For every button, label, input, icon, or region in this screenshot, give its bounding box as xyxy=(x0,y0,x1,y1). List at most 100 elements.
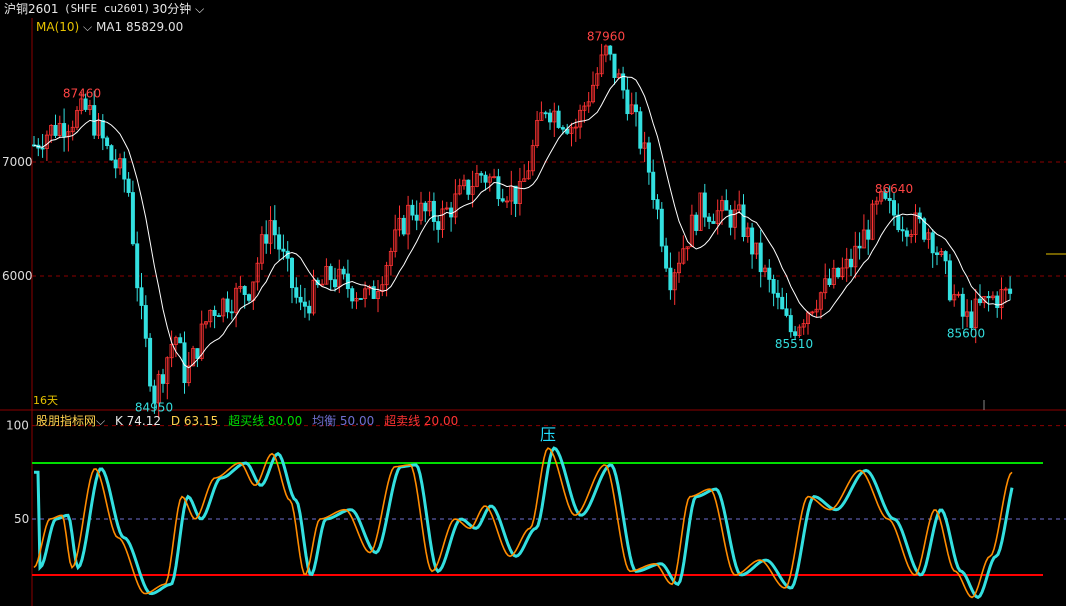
candle-body xyxy=(634,104,639,113)
candle-body xyxy=(664,245,669,269)
candle-body xyxy=(780,296,785,310)
candle-body xyxy=(496,176,501,200)
candle-body xyxy=(784,308,789,316)
candle-body xyxy=(109,145,114,161)
candle-body xyxy=(560,127,565,130)
candle-body xyxy=(143,305,148,339)
candle-body xyxy=(483,174,488,183)
candle-body xyxy=(139,287,144,306)
candle-body xyxy=(892,200,897,216)
candle-body xyxy=(866,229,871,240)
candle-body xyxy=(655,199,660,210)
candle-body xyxy=(896,214,901,231)
candle-body xyxy=(216,315,221,317)
oversold-value: 超卖线 20.00 xyxy=(384,414,459,428)
annotation-high-86640: 86640 xyxy=(875,182,913,196)
candle-body xyxy=(827,278,832,285)
candle-body xyxy=(887,198,892,201)
candle-body xyxy=(178,337,183,344)
candle-body xyxy=(341,268,346,275)
candle-body xyxy=(793,331,798,336)
candle-body xyxy=(449,207,454,218)
candle-body xyxy=(246,294,251,301)
balance-value: 均衡 50.00 xyxy=(312,414,375,428)
candle-body xyxy=(212,309,217,316)
candle-body xyxy=(943,251,948,262)
candle-body xyxy=(40,147,45,150)
candle-body xyxy=(758,242,763,273)
candle-body xyxy=(668,267,673,291)
price-chart[interactable]: 7000600087460849508796086640855108560016… xyxy=(0,0,1066,606)
candle-body xyxy=(414,214,419,221)
candle-body xyxy=(431,200,436,222)
candle-body xyxy=(358,298,363,300)
candle-body xyxy=(479,173,484,176)
candle-body xyxy=(836,267,841,278)
candle-body xyxy=(436,221,441,230)
candle-body xyxy=(264,234,269,244)
candle-body xyxy=(728,209,733,228)
candle-body xyxy=(332,279,337,288)
candle-body xyxy=(423,202,428,212)
candle-body xyxy=(986,296,991,299)
candle-body xyxy=(126,178,131,193)
days-label: 16天 xyxy=(33,394,58,407)
candle-body xyxy=(771,279,776,294)
candle-body xyxy=(195,348,200,359)
candle-body xyxy=(281,248,286,252)
candle-body xyxy=(900,229,905,232)
candle-body xyxy=(225,298,230,313)
candle-body xyxy=(401,217,406,235)
candle-body xyxy=(651,171,656,200)
candle-body xyxy=(350,288,355,302)
overbought-value: 超买线 80.00 xyxy=(228,414,303,428)
candle-body xyxy=(849,258,854,268)
annotation-low-85510: 85510 xyxy=(775,337,813,351)
candle-body xyxy=(702,192,707,218)
candle-body xyxy=(608,45,613,55)
candle-body xyxy=(638,111,643,149)
candle-body xyxy=(556,110,561,128)
candle-body xyxy=(345,273,350,290)
candle-body xyxy=(960,293,965,317)
candle-body xyxy=(294,287,299,298)
candle-body xyxy=(513,185,518,204)
kd-tick-100: 100 xyxy=(6,419,29,433)
candle-body xyxy=(857,245,862,249)
candle-body xyxy=(302,301,307,307)
candle-body xyxy=(707,216,712,222)
candle-body xyxy=(62,123,67,137)
candle-body xyxy=(92,105,97,136)
indicator-name[interactable]: 股朋指标网 xyxy=(36,414,96,428)
indicator-legend: 股朋指标网⌵ K 74.12 D 63.15 超买线 80.00 均衡 50.0… xyxy=(36,412,464,429)
k-value: K 74.12 xyxy=(114,414,161,428)
candle-body xyxy=(307,305,312,314)
candle-body xyxy=(659,208,664,247)
candle-body xyxy=(646,142,651,173)
candle-body xyxy=(242,286,247,295)
candle-body xyxy=(130,192,135,245)
candle-body xyxy=(978,298,983,304)
candle-body xyxy=(113,159,118,169)
candle-body xyxy=(741,204,746,238)
d-value: D 63.15 xyxy=(170,414,219,428)
candle-body xyxy=(466,179,471,195)
candle-body xyxy=(328,266,333,281)
candle-body xyxy=(711,221,716,224)
annotation-high-87460: 87460 xyxy=(63,87,101,101)
candle-body xyxy=(1008,288,1013,294)
candle-body xyxy=(930,232,935,254)
chevron-down-icon[interactable]: ⌵ xyxy=(96,414,105,428)
candle-body xyxy=(500,198,505,202)
candle-body xyxy=(947,260,952,301)
candle-body xyxy=(775,292,780,298)
candle-body xyxy=(788,315,793,333)
candle-body xyxy=(724,200,729,211)
kd-tick-50: 50 xyxy=(14,512,29,526)
candle-body xyxy=(612,53,617,78)
price-tick-86000: 6000 xyxy=(2,269,33,283)
candle-body xyxy=(904,230,909,237)
candle-body xyxy=(289,257,294,289)
candle-body xyxy=(148,337,153,387)
candle-body xyxy=(767,267,772,280)
